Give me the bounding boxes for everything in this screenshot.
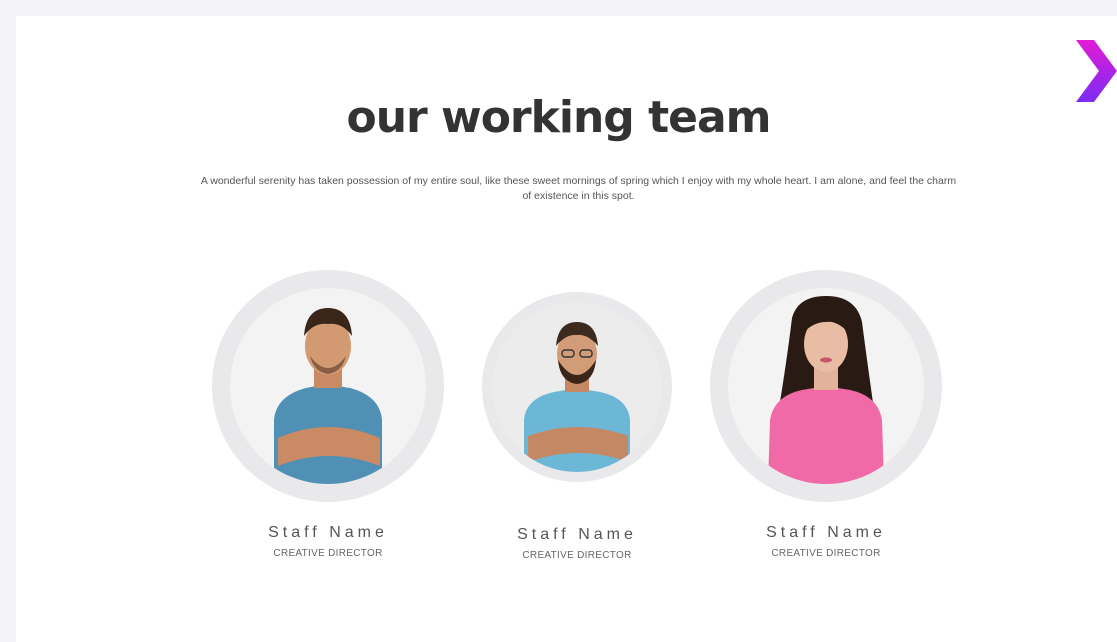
section-title: our working team	[346, 92, 771, 143]
section-description: A wonderful serenity has taken possessio…	[200, 175, 957, 202]
staff-role: CREATIVE DIRECTOR	[273, 548, 383, 559]
staff-name: Staff Name	[766, 524, 886, 541]
person-photo-icon	[768, 296, 884, 484]
team-member-card: Staff Name CREATIVE DIRECTOR	[710, 270, 942, 559]
staff-role: CREATIVE DIRECTOR	[771, 548, 881, 559]
avatar	[710, 270, 942, 502]
staff-role: CREATIVE DIRECTOR	[522, 550, 632, 561]
avatar	[212, 270, 444, 502]
person-photo-icon	[524, 322, 630, 472]
person-photo-icon	[274, 308, 382, 484]
chevron-right-icon	[1076, 40, 1117, 102]
next-slide-button[interactable]	[1072, 38, 1117, 104]
avatar	[482, 292, 672, 482]
team-member-card: Staff Name CREATIVE DIRECTOR	[212, 270, 444, 559]
team-member-card: Staff Name CREATIVE DIRECTOR	[482, 292, 672, 561]
staff-name: Staff Name	[517, 526, 637, 543]
staff-name: Staff Name	[268, 524, 388, 541]
